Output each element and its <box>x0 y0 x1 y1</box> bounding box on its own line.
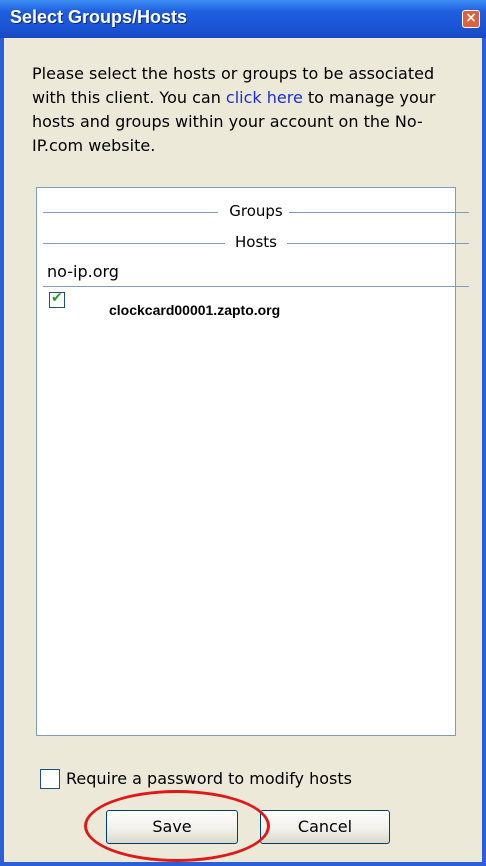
require-password-row[interactable]: Require a password to modify hosts <box>40 768 460 790</box>
hosts-header-label: Hosts <box>235 233 277 251</box>
groups-section-header: Groups <box>43 202 469 222</box>
groups-hosts-listbox[interactable]: Groups Hosts no-ip.org ✔ clockcard00001.… <box>36 187 469 736</box>
require-password-checkbox[interactable] <box>40 769 60 789</box>
require-password-label: Require a password to modify hosts <box>66 769 352 788</box>
description-text: Please select the hosts or groups to be … <box>32 62 452 158</box>
click-here-link[interactable]: click here <box>226 88 303 107</box>
group-name: no-ip.org <box>47 262 119 281</box>
close-button[interactable]: × <box>462 10 480 28</box>
close-icon: × <box>465 10 477 26</box>
checkmark-icon: ✔ <box>51 290 63 306</box>
hosts-section-header: Hosts <box>43 233 469 253</box>
title-bar[interactable]: Select Groups/Hosts × <box>0 0 486 38</box>
host-name: clockcard00001.zapto.org <box>109 302 281 318</box>
cancel-button[interactable]: Cancel <box>260 810 390 844</box>
dialog-window: Select Groups/Hosts × Please select the … <box>0 0 486 866</box>
window-title: Select Groups/Hosts <box>10 7 188 27</box>
host-checkbox[interactable]: ✔ <box>49 290 65 308</box>
highlight-circle <box>84 790 270 862</box>
group-divider <box>43 286 469 287</box>
groups-header-label: Groups <box>229 202 283 220</box>
host-row[interactable]: ✔ clockcard00001.zapto.org <box>47 290 347 322</box>
